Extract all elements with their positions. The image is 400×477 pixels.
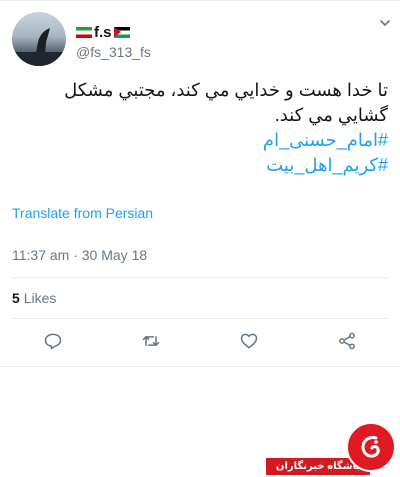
divider — [12, 318, 388, 319]
reply-button[interactable] — [42, 330, 64, 352]
divider — [12, 277, 388, 278]
retweet-icon — [142, 336, 160, 346]
retweet-button[interactable] — [140, 330, 162, 352]
watermark-glyph — [361, 436, 380, 458]
hashtag-link[interactable]: #امام_حسنی_ام — [12, 128, 388, 153]
iran-flag-icon — [76, 26, 92, 38]
palestine-flag-icon — [113, 26, 130, 38]
likes-number: 5 — [12, 290, 20, 306]
chevron-down-icon[interactable] — [378, 16, 392, 30]
likes-count[interactable]: 5 Likes — [12, 290, 56, 306]
reply-icon — [44, 333, 62, 350]
share-icon — [339, 332, 355, 350]
tweet-line: گشايي مي كند. — [274, 105, 388, 125]
action-bar — [12, 330, 388, 358]
timestamp: 11:37 am · 30 May 18 — [12, 247, 148, 263]
avatar-image — [12, 28, 66, 66]
translate-link[interactable]: Translate from Persian — [12, 205, 153, 221]
likes-label: Likes — [23, 290, 57, 306]
display-name[interactable]: f.s — [94, 24, 112, 41]
tweet-text: تا خدا هست و خدايي مي كند، مجتبي مشكل گش… — [12, 78, 388, 178]
top-border — [0, 0, 400, 1]
hashtag-link[interactable]: #کریم_اهل_بیت — [12, 153, 388, 178]
bottom-border — [0, 366, 400, 367]
like-button[interactable] — [238, 330, 260, 352]
user-handle[interactable]: @fs_313_fs — [76, 44, 151, 60]
share-button[interactable] — [336, 330, 358, 352]
avatar[interactable] — [12, 12, 66, 66]
watermark-logo-icon — [346, 422, 396, 472]
tweet-line: تا خدا هست و خدايي مي كند، مجتبي مشكل — [64, 80, 388, 100]
tweet-header: f.s @fs_313_fs — [12, 12, 392, 68]
heart-icon — [240, 333, 258, 349]
name-row: f.s — [76, 22, 130, 42]
